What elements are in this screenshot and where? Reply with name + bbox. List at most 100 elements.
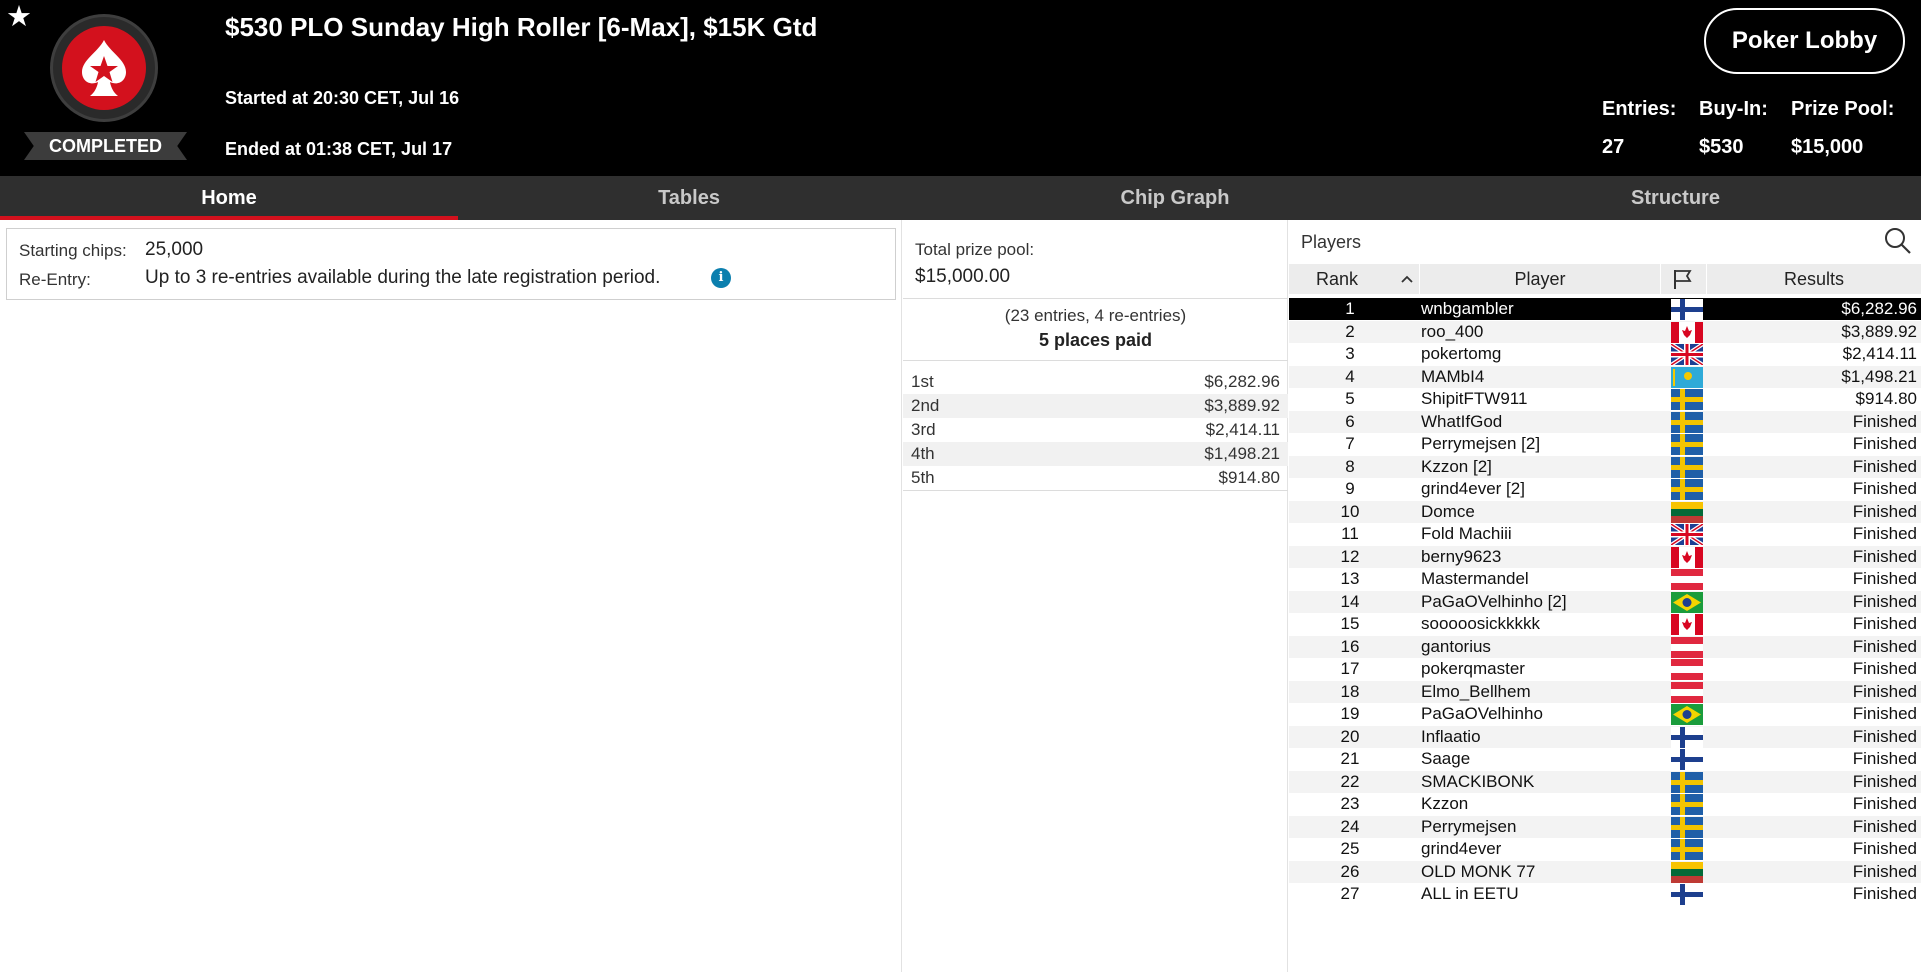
- starting-chips-label: Starting chips:: [19, 241, 127, 260]
- payout-amount: $3,889.92: [1204, 396, 1280, 415]
- player-row[interactable]: 9 grind4ever [2] Finished: [1289, 478, 1921, 500]
- sweden-flag-icon: [1671, 456, 1703, 478]
- column-results[interactable]: Results: [1707, 264, 1921, 294]
- player-result: Finished: [1852, 816, 1917, 836]
- player-row[interactable]: 3 pokertomg $2,414.11: [1289, 343, 1921, 365]
- sort-ascending-icon[interactable]: [1397, 266, 1417, 292]
- player-name: ShipitFTW911: [1421, 389, 1528, 408]
- austria-flag-icon: [1671, 569, 1703, 590]
- brazil-flag-icon: [1671, 704, 1703, 725]
- player-rank: 7: [1345, 434, 1355, 453]
- player-name: berny9623: [1421, 546, 1502, 566]
- player-row[interactable]: 27 ALL in EETU Finished: [1289, 883, 1921, 905]
- favorite-star-icon[interactable]: ★: [6, 2, 36, 32]
- buyin-value: $530: [1699, 136, 1744, 158]
- player-row[interactable]: 23 Kzzon Finished: [1289, 793, 1921, 815]
- player-result: Finished: [1852, 456, 1917, 476]
- player-name: roo_400: [1421, 321, 1484, 341]
- player-row[interactable]: 12 berny9623 Finished: [1289, 545, 1921, 568]
- player-row[interactable]: 18 Elmo_Bellhem Finished: [1289, 680, 1921, 703]
- player-row[interactable]: 26 OLD MONK 77 Finished: [1289, 860, 1921, 883]
- players-panel: Players Rank Player Results 1 wnbgambler $…: [1289, 220, 1921, 972]
- player-row[interactable]: 22 SMACKIBONK Finished: [1289, 770, 1921, 793]
- player-rank: 24: [1340, 816, 1360, 836]
- player-rank: 4: [1345, 366, 1355, 386]
- player-row[interactable]: 16 gantorius Finished: [1289, 635, 1921, 658]
- column-country[interactable]: [1661, 264, 1706, 294]
- search-icon[interactable]: [1883, 226, 1913, 256]
- entries-value: 27: [1602, 136, 1625, 158]
- column-player[interactable]: Player: [1420, 264, 1660, 294]
- sweden-flag-icon: [1671, 816, 1703, 838]
- player-rank: 12: [1340, 546, 1360, 566]
- tab-tables[interactable]: Tables: [458, 176, 920, 220]
- player-name: Kzzon: [1421, 794, 1469, 813]
- player-row[interactable]: 14 PaGaOVelhinho [2] Finished: [1289, 590, 1921, 613]
- player-row[interactable]: 2 roo_400 $3,889.92: [1289, 320, 1921, 343]
- player-row[interactable]: 15 sooooosickkkkk Finished: [1289, 613, 1921, 635]
- player-row[interactable]: 19 PaGaOVelhinho Finished: [1289, 703, 1921, 725]
- brazil-flag-icon: [1671, 591, 1703, 613]
- prize-panel: Total prize pool: $15,000.00 (23 entries…: [903, 220, 1288, 972]
- player-name: Perrymejsen: [1421, 816, 1517, 836]
- player-rank: 15: [1340, 614, 1360, 633]
- player-result: Finished: [1852, 569, 1917, 588]
- player-row[interactable]: 20 Inflaatio Finished: [1289, 725, 1921, 748]
- flag-icon: [1674, 270, 1692, 289]
- player-row[interactable]: 17 pokerqmaster Finished: [1289, 658, 1921, 680]
- sweden-flag-icon: [1671, 479, 1703, 500]
- player-row[interactable]: 13 Mastermandel Finished: [1289, 568, 1921, 590]
- player-rank: 16: [1340, 636, 1360, 656]
- payout-place: 4th: [911, 444, 935, 463]
- player-rank: 8: [1345, 456, 1355, 476]
- total-prize-label: Total prize pool:: [915, 240, 1035, 259]
- player-name: ALL in EETU: [1421, 884, 1519, 903]
- start-time: Started at 20:30 CET, Jul 16: [225, 88, 460, 108]
- kazakhstan-flag-icon: [1671, 366, 1703, 388]
- player-result: Finished: [1852, 861, 1917, 881]
- player-result: Finished: [1852, 704, 1917, 723]
- player-rank: 1: [1345, 299, 1355, 318]
- players-heading: Players: [1301, 232, 1362, 252]
- entries-note: (23 entries, 4 re-entries): [1004, 306, 1187, 325]
- payout-row: 3rd $2,414.11: [903, 418, 1288, 442]
- player-result: Finished: [1852, 839, 1917, 858]
- player-row[interactable]: 6 WhatIfGod Finished: [1289, 410, 1921, 433]
- tab-home[interactable]: Home: [0, 176, 458, 220]
- player-result: Finished: [1852, 884, 1917, 903]
- player-result: Finished: [1852, 636, 1917, 656]
- home-panel: Starting chips: 25,000 Re-Entry: Up to 3…: [0, 220, 902, 972]
- uk-flag-icon: [1671, 344, 1703, 365]
- poker-lobby-button[interactable]: Poker Lobby: [1704, 8, 1905, 74]
- player-result: Finished: [1852, 771, 1917, 791]
- uk-flag-icon: [1671, 524, 1703, 545]
- player-row[interactable]: 7 Perrymejsen [2] Finished: [1289, 433, 1921, 455]
- player-rank: 26: [1340, 861, 1360, 881]
- player-row[interactable]: 1 wnbgambler $6,282.96: [1289, 298, 1921, 320]
- player-row[interactable]: 11 Fold Machiii Finished: [1289, 523, 1921, 545]
- player-row[interactable]: 21 Saage Finished: [1289, 748, 1921, 770]
- tab-structure[interactable]: Structure: [1430, 176, 1921, 220]
- player-result: Finished: [1852, 411, 1917, 431]
- player-name: pokerqmaster: [1421, 659, 1525, 678]
- info-icon[interactable]: i: [711, 268, 731, 288]
- player-result: Finished: [1852, 794, 1917, 813]
- tab-chip-graph[interactable]: Chip Graph: [920, 176, 1430, 220]
- player-row[interactable]: 10 Domce Finished: [1289, 500, 1921, 523]
- player-row[interactable]: 25 grind4ever Finished: [1289, 838, 1921, 860]
- player-row[interactable]: 5 ShipitFTW911 $914.80: [1289, 388, 1921, 410]
- player-result: $6,282.96: [1841, 299, 1917, 318]
- player-row[interactable]: 4 MAMbI4 $1,498.21: [1289, 365, 1921, 388]
- player-name: Inflaatio: [1421, 726, 1481, 746]
- starting-chips-value: 25,000: [145, 239, 204, 260]
- player-name: pokertomg: [1421, 344, 1502, 363]
- player-row[interactable]: 8 Kzzon [2] Finished: [1289, 455, 1921, 478]
- places-paid: 5 places paid: [1038, 330, 1153, 350]
- player-row[interactable]: 24 Perrymejsen Finished: [1289, 815, 1921, 838]
- austria-flag-icon: [1671, 636, 1703, 658]
- payout-place: 1st: [911, 372, 934, 391]
- lithuania-flag-icon: [1671, 501, 1703, 523]
- finland-flag-icon: [1671, 299, 1703, 320]
- player-rank: 10: [1340, 501, 1360, 521]
- player-rank: 5: [1345, 389, 1355, 408]
